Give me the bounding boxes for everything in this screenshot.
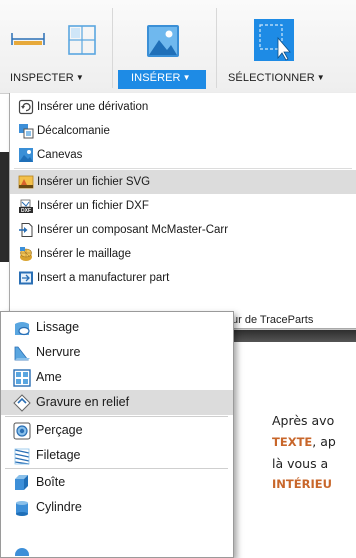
menu-divider (5, 468, 228, 469)
background-dark-bar (232, 330, 356, 342)
paragraph-line: TEXTE, ap (272, 434, 336, 449)
select-group[interactable]: SÉLECTIONNER ▼ (218, 0, 356, 93)
insert-image-icon (147, 25, 179, 57)
menu-item-insert-mesh[interactable]: Insérer le maillage (10, 242, 356, 266)
menu-divider (5, 416, 228, 417)
inspect-label[interactable]: INSPECTER ▼ (10, 72, 84, 84)
menu-item-traceparts-partial[interactable]: ur de TraceParts (232, 311, 313, 329)
menu-item-insert-svg[interactable]: Insérer un fichier SVG (10, 170, 356, 194)
menu-item-canvas[interactable]: Canevas (10, 143, 356, 167)
manufacturer-part-icon (19, 271, 33, 285)
derive-icon (18, 99, 34, 115)
menu-item-hole[interactable]: Perçage (1, 418, 233, 443)
select-cursor-icon (254, 19, 294, 61)
toolbar: INSPECTER ▼ INSÉRER ▼ SÉLECTIONNER ▼ (0, 0, 356, 94)
paragraph-line: Après avo (272, 413, 335, 428)
menu-item-thread[interactable]: Filetage (1, 443, 233, 468)
select-label[interactable]: SÉLECTIONNER ▼ (228, 72, 325, 84)
decal-icon (19, 124, 34, 139)
menu-item-insert-derive[interactable]: Insérer une dérivation (10, 95, 356, 119)
measure-icon (11, 33, 45, 45)
box-icon (15, 475, 28, 490)
create-menu: Lissage Nervure Ame Gravure en relief Pe… (0, 311, 234, 558)
menu-item-loft[interactable]: Lissage (1, 315, 233, 340)
toolbar-separator (112, 8, 113, 88)
web-icon (13, 369, 31, 387)
svg-file-icon (18, 175, 34, 189)
loft-icon (15, 322, 30, 336)
background-panel-edge (0, 152, 9, 262)
insert-menu: Insérer une dérivation Décalcomanie Cane… (9, 93, 356, 329)
insert-label[interactable]: INSÉRER ▼ (131, 72, 191, 84)
menu-item-manufacturer-part[interactable]: Insert a manufacturer part (10, 266, 356, 290)
mesh-icon (20, 247, 32, 261)
canvas-icon (19, 148, 33, 162)
background-paragraph: Après avo TEXTE, ap là vous a INTÉRIEU (272, 410, 356, 495)
menu-item-emboss[interactable]: Gravure en relief (1, 390, 233, 415)
cylinder-icon (16, 501, 28, 516)
menu-item-web[interactable]: Ame (1, 365, 233, 390)
inspect-group[interactable]: INSPECTER ▼ (0, 0, 112, 93)
menu-item-cylinder[interactable]: Cylindre (1, 495, 233, 520)
rib-icon (14, 346, 30, 361)
menu-item-decal[interactable]: Décalcomanie (10, 119, 356, 143)
section-analysis-icon (68, 25, 96, 55)
menu-divider (14, 168, 352, 169)
menu-item-insert-mcmaster[interactable]: Insérer un composant McMaster-Carr (10, 218, 356, 242)
paragraph-line: là vous a (272, 456, 329, 471)
dxf-file-icon: DXF (19, 199, 33, 214)
menu-item-box[interactable]: Boîte (1, 470, 233, 495)
toolbar-separator (216, 8, 217, 88)
hole-icon (13, 422, 31, 440)
menu-item-rib[interactable]: Nervure (1, 340, 233, 365)
paragraph-line: INTÉRIEU (272, 477, 332, 491)
thread-icon (14, 448, 30, 465)
menu-item-insert-dxf[interactable]: DXF Insérer un fichier DXF (10, 194, 356, 218)
sphere-icon (15, 548, 29, 556)
emboss-icon (13, 394, 31, 412)
mcmaster-icon (19, 223, 33, 237)
svg-text:DXF: DXF (21, 208, 31, 214)
